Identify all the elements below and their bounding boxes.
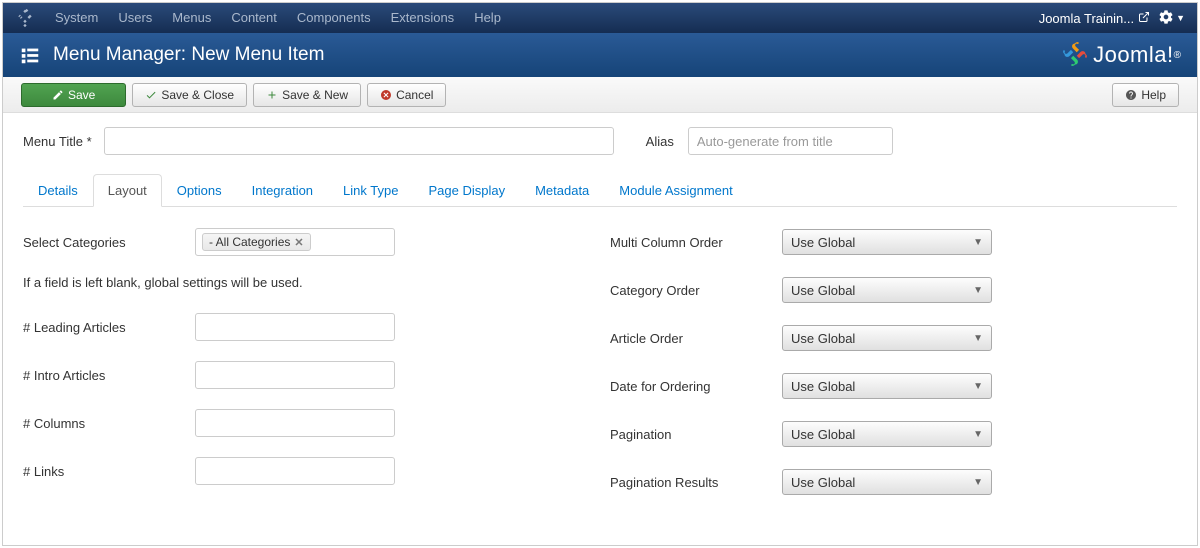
select-value: Use Global: [791, 235, 855, 250]
gear-icon: [1158, 9, 1174, 28]
topbar-right: Joomla Trainin... ▼: [1039, 9, 1185, 28]
columns-input[interactable]: [195, 409, 395, 437]
help-button[interactable]: Help: [1112, 83, 1179, 107]
menu-extensions[interactable]: Extensions: [381, 3, 465, 33]
chevron-down-icon: ▼: [973, 333, 983, 344]
pagination-select[interactable]: Use Global ▼: [782, 421, 992, 447]
chevron-down-icon: ▼: [973, 429, 983, 440]
chip-label: - All Categories: [209, 235, 290, 249]
tab-integration[interactable]: Integration: [237, 174, 328, 207]
intro-articles-label: # Intro Articles: [23, 368, 195, 383]
menu-menus[interactable]: Menus: [162, 3, 221, 33]
select-categories-input[interactable]: - All Categories ✕: [195, 228, 395, 256]
tab-options[interactable]: Options: [162, 174, 237, 207]
category-chip[interactable]: - All Categories ✕: [202, 233, 311, 251]
brand-text: Joomla!: [1093, 42, 1174, 68]
alias-label: Alias: [646, 134, 674, 149]
chevron-down-icon: ▼: [973, 237, 983, 248]
article-order-select[interactable]: Use Global ▼: [782, 325, 992, 351]
save-label: Save: [68, 88, 95, 102]
cancel-label: Cancel: [396, 88, 433, 102]
links-input[interactable]: [195, 457, 395, 485]
leading-articles-input[interactable]: [195, 313, 395, 341]
menu-system[interactable]: System: [45, 3, 108, 33]
tab-module-assignment[interactable]: Module Assignment: [604, 174, 747, 207]
brand: Joomla! ®: [1061, 40, 1181, 71]
plus-icon: [266, 89, 278, 101]
select-value: Use Global: [791, 331, 855, 346]
chevron-down-icon: ▼: [973, 285, 983, 296]
date-ordering-label: Date for Ordering: [610, 379, 782, 394]
brand-reg: ®: [1174, 50, 1181, 61]
apply-icon: [52, 89, 64, 101]
site-label: Joomla Trainin...: [1039, 11, 1134, 26]
menu-components[interactable]: Components: [287, 3, 381, 33]
check-icon: [145, 89, 157, 101]
tab-details[interactable]: Details: [23, 174, 93, 207]
select-value: Use Global: [791, 379, 855, 394]
form-body: Select Categories - All Categories ✕ If …: [23, 227, 1177, 515]
save-new-label: Save & New: [282, 88, 348, 102]
tab-layout[interactable]: Layout: [93, 174, 162, 207]
page-title: Menu Manager: New Menu Item: [53, 44, 1061, 66]
category-order-select[interactable]: Use Global ▼: [782, 277, 992, 303]
chip-remove-icon[interactable]: ✕: [294, 236, 303, 249]
site-link[interactable]: Joomla Trainin...: [1039, 11, 1150, 26]
pagination-label: Pagination: [610, 427, 782, 442]
chevron-down-icon: ▼: [973, 381, 983, 392]
links-label: # Links: [23, 464, 195, 479]
article-order-label: Article Order: [610, 331, 782, 346]
cancel-icon: [380, 89, 392, 101]
list-icon: [19, 44, 41, 66]
tabs: Details Layout Options Integration Link …: [23, 173, 1177, 207]
intro-articles-input[interactable]: [195, 361, 395, 389]
menu-title-label: Menu Title *: [23, 134, 92, 149]
tab-page-display[interactable]: Page Display: [413, 174, 520, 207]
joomla-brand-icon: [1061, 40, 1089, 71]
pagination-results-label: Pagination Results: [610, 475, 782, 490]
menu-title-input[interactable]: [104, 127, 614, 155]
content: Menu Title * Alias Details Layout Option…: [3, 113, 1197, 545]
menu-help[interactable]: Help: [464, 3, 511, 33]
menu-content[interactable]: Content: [221, 3, 287, 33]
left-column: Select Categories - All Categories ✕ If …: [23, 227, 590, 515]
category-order-label: Category Order: [610, 283, 782, 298]
external-icon: [1138, 11, 1150, 26]
pagination-results-select[interactable]: Use Global ▼: [782, 469, 992, 495]
alias-input[interactable]: [688, 127, 893, 155]
titlebar: Menu Manager: New Menu Item Joomla! ®: [3, 33, 1197, 77]
help-icon: [1125, 89, 1137, 101]
blank-note: If a field is left blank, global setting…: [23, 275, 590, 290]
select-value: Use Global: [791, 283, 855, 298]
columns-label: # Columns: [23, 416, 195, 431]
save-button[interactable]: Save: [21, 83, 126, 107]
joomla-logo-icon: [15, 8, 35, 28]
select-value: Use Global: [791, 427, 855, 442]
multi-col-order-label: Multi Column Order: [610, 235, 782, 250]
right-column: Multi Column Order Use Global ▼ Category…: [610, 227, 1177, 515]
date-ordering-select[interactable]: Use Global ▼: [782, 373, 992, 399]
title-row: Menu Title * Alias: [23, 127, 1177, 155]
save-close-button[interactable]: Save & Close: [132, 83, 247, 107]
toolbar: Save Save & Close Save & New Cancel Help: [3, 77, 1197, 113]
multi-col-order-select[interactable]: Use Global ▼: [782, 229, 992, 255]
leading-articles-label: # Leading Articles: [23, 320, 195, 335]
save-new-button[interactable]: Save & New: [253, 83, 361, 107]
help-label: Help: [1141, 88, 1166, 102]
select-value: Use Global: [791, 475, 855, 490]
topbar: System Users Menus Content Components Ex…: [3, 3, 1197, 33]
save-close-label: Save & Close: [161, 88, 234, 102]
caret-down-icon: ▼: [1176, 13, 1185, 23]
topbar-left: System Users Menus Content Components Ex…: [15, 3, 511, 33]
select-categories-label: Select Categories: [23, 235, 195, 250]
chevron-down-icon: ▼: [973, 477, 983, 488]
cancel-button[interactable]: Cancel: [367, 83, 446, 107]
user-menu[interactable]: ▼: [1158, 9, 1185, 28]
tab-link-type[interactable]: Link Type: [328, 174, 413, 207]
menu-users[interactable]: Users: [108, 3, 162, 33]
tab-metadata[interactable]: Metadata: [520, 174, 604, 207]
